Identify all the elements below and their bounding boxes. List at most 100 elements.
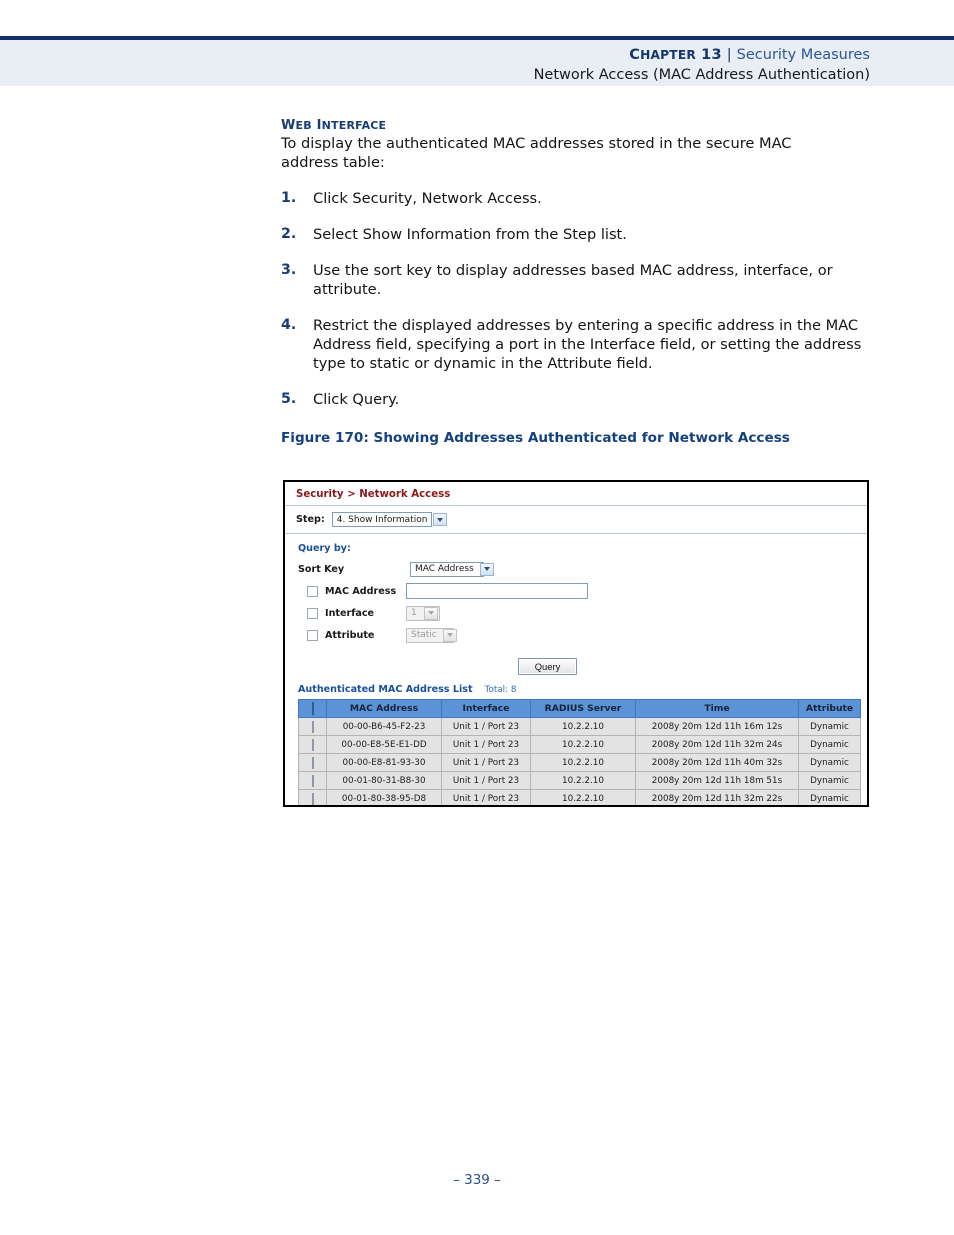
attribute-value: Static [411,630,437,640]
row-checkbox[interactable] [311,720,314,733]
select-all-header[interactable] [298,699,327,718]
chapter-label: CHAPTER 13 [629,47,722,63]
cell-attribute: Dynamic [798,735,861,754]
table-row: 00-00-E8-81-93-30 Unit 1 / Port 23 10.2.… [298,753,861,772]
attribute-label: Attribute [325,629,375,641]
cell-mac: 00-01-80-38-95-D8 [326,789,442,805]
document-body: WEB INTERFACE To display the authenticat… [281,118,881,446]
switch-web-ui: Security > Network Access Step: 4. Show … [285,482,867,805]
interface-checkbox[interactable] [307,607,318,619]
step-text: Click Security, Network Access. [313,190,542,207]
cell-radius: 10.2.2.10 [530,717,636,736]
query-form: Query by: Sort Key MAC Address MAC Addre… [285,534,867,683]
cell-interface: Unit 1 / Port 23 [441,717,531,736]
cell-mac: 00-00-E8-5E-E1-DD [326,735,442,754]
step-text: Select Show Information from the Step li… [313,226,627,243]
column-header-radius[interactable]: RADIUS Server [530,699,636,718]
row-checkbox[interactable] [311,738,314,751]
cell-attribute: Dynamic [798,789,861,805]
table-row: 00-01-80-38-95-D8 Unit 1 / Port 23 10.2.… [298,789,861,805]
cell-time: 2008y 20m 12d 11h 40m 32s [635,753,799,772]
table-header-row: MAC Address Interface RADIUS Server Time… [298,699,861,718]
chevron-down-icon[interactable] [424,606,438,620]
step-select-value: 4. Show Information [336,514,428,525]
query-button-row: Query [298,649,867,683]
step-number: 1. [281,190,297,206]
interface-select[interactable]: 1 [406,605,440,621]
cell-time: 2008y 20m 12d 11h 32m 22s [635,789,799,805]
step-number: 5. [281,391,297,407]
column-header-time[interactable]: Time [635,699,799,718]
chevron-down-icon[interactable] [479,562,494,576]
mac-address-label: MAC Address [325,585,397,597]
mac-address-input[interactable] [406,583,588,599]
cell-attribute: Dynamic [798,717,861,736]
chevron-down-icon[interactable] [442,628,457,642]
cell-mac: 00-00-B6-45-F2-23 [326,717,442,736]
row-select-cell[interactable] [298,771,327,790]
cell-mac: 00-00-E8-81-93-30 [326,753,442,772]
table-row: 00-01-80-31-B8-30 Unit 1 / Port 23 10.2.… [298,771,861,790]
figure-screenshot: Security > Network Access Step: 4. Show … [283,480,869,807]
cell-radius: 10.2.2.10 [530,771,636,790]
interface-value: 1 [411,608,417,618]
breadcrumb: Security > Network Access [285,482,867,506]
select-all-checkbox[interactable] [311,702,314,715]
mac-address-checkbox[interactable] [307,585,318,597]
column-header-mac[interactable]: MAC Address [326,699,442,718]
header-chapter-line: CHAPTER 13 | Security Measures [629,47,870,63]
row-checkbox[interactable] [311,774,314,787]
list-item: 2. Select Show Information from the Step… [281,225,881,244]
cell-attribute: Dynamic [798,771,861,790]
header-subject: Security Measures [736,47,870,63]
cell-radius: 10.2.2.10 [530,735,636,754]
list-total: Total: 8 [484,685,517,695]
attribute-row: Attribute Static [298,627,867,643]
figure-caption: Figure 170: Showing Addresses Authentica… [281,430,790,446]
cell-attribute: Dynamic [798,753,861,772]
steps-list: 1. Click Security, Network Access. 2. Se… [281,189,881,409]
step-number: 3. [281,262,297,278]
table-row: 00-00-E8-5E-E1-DD Unit 1 / Port 23 10.2.… [298,735,861,754]
sort-key-select[interactable]: MAC Address [410,561,494,577]
cell-interface: Unit 1 / Port 23 [441,771,531,790]
step-text: Restrict the displayed addresses by ente… [313,317,862,372]
step-label: Step: [296,514,325,525]
row-select-cell[interactable] [298,789,327,805]
section-heading: WEB INTERFACE [281,118,387,133]
query-by-heading: Query by: [298,543,351,554]
step-text: Use the sort key to display addresses ba… [313,262,833,298]
page-number: – 339 – [453,1172,501,1188]
row-select-cell[interactable] [298,735,327,754]
chevron-down-icon[interactable] [433,513,448,526]
step-number: 2. [281,226,297,242]
list-item: 3. Use the sort key to display addresses… [281,261,881,299]
cell-time: 2008y 20m 12d 11h 16m 12s [635,717,799,736]
row-checkbox[interactable] [311,792,314,805]
cell-interface: Unit 1 / Port 23 [441,789,531,805]
cell-interface: Unit 1 / Port 23 [441,753,531,772]
cell-interface: Unit 1 / Port 23 [441,735,531,754]
sort-key-label: Sort Key [298,563,345,575]
column-header-attribute[interactable]: Attribute [798,699,861,718]
attribute-checkbox[interactable] [307,629,318,641]
cell-time: 2008y 20m 12d 11h 32m 24s [635,735,799,754]
intro-paragraph: To display the authenticated MAC address… [281,135,792,171]
step-select[interactable]: 4. Show Information [331,512,448,527]
header-separator: | [726,47,732,63]
page-header: CHAPTER 13 | Security Measures Network Acc… [0,36,954,86]
mac-address-table: MAC Address Interface RADIUS Server Time… [298,699,861,805]
step-text: Click Query. [313,391,400,408]
column-header-interface[interactable]: Interface [441,699,531,718]
row-select-cell[interactable] [298,753,327,772]
sort-key-value: MAC Address [415,564,474,574]
row-checkbox[interactable] [311,756,314,769]
attribute-select[interactable]: Static [406,627,457,643]
query-button[interactable]: Query [517,658,578,675]
table-row: 00-00-B6-45-F2-23 Unit 1 / Port 23 10.2.… [298,717,861,736]
row-select-cell[interactable] [298,717,327,736]
list-header: Authenticated MAC Address List Total: 8 [285,683,867,699]
header-subtitle: Network Access (MAC Address Authenticati… [533,67,870,83]
interface-row: Interface 1 [298,605,867,621]
cell-mac: 00-01-80-31-B8-30 [326,771,442,790]
